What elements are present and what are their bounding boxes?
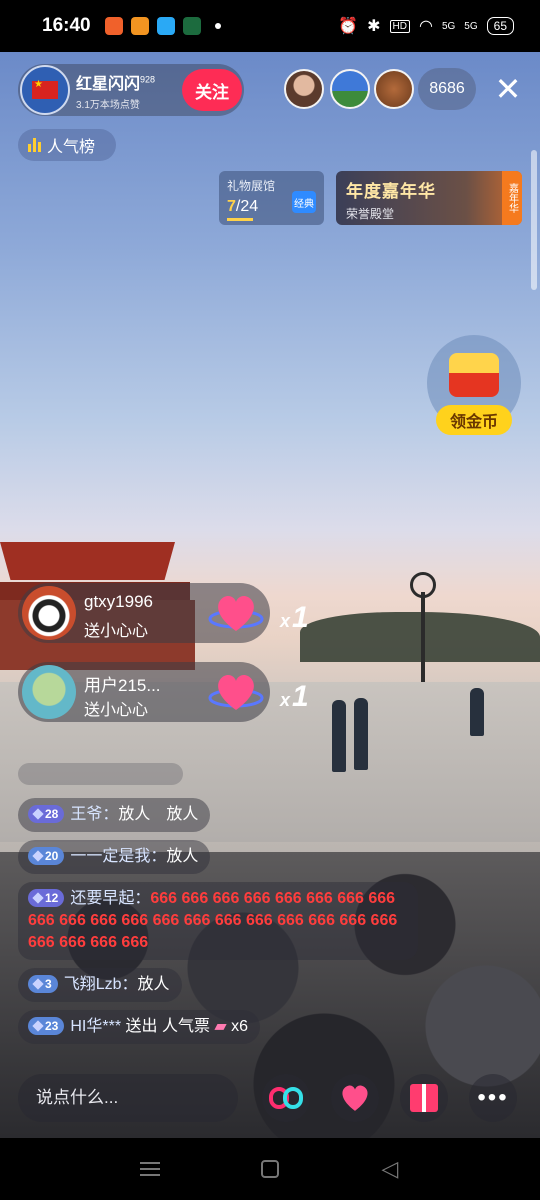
chat-text: 放人 <box>137 976 170 993</box>
more-dots-icon: ••• <box>477 1084 509 1111</box>
gift-sender-name: 用户215... <box>84 676 161 695</box>
chat-username[interactable]: HI华*** <box>70 1018 125 1035</box>
chat-text: 放人 放人 <box>118 806 199 823</box>
viewer-count[interactable]: 8686 <box>418 68 476 110</box>
home-icon <box>261 1160 279 1178</box>
carnival-subtitle: 荣誉殿堂 <box>346 207 395 221</box>
gift-event-row: 用户215... 送小心心 x1 <box>18 662 309 722</box>
gift-action: 送小心心 <box>84 623 149 640</box>
heart-icon <box>342 1085 368 1111</box>
gift-box-icon <box>410 1084 438 1112</box>
ticket-icon: ▰ <box>214 1018 227 1035</box>
signal-icon: 5G <box>441 20 456 32</box>
gift-button[interactable] <box>400 1074 448 1122</box>
user-level-badge: 23 <box>28 1017 65 1035</box>
gift-action: 送小心心 <box>84 702 149 719</box>
like-button[interactable] <box>331 1074 379 1122</box>
menu-icon <box>140 1162 160 1176</box>
user-avatar[interactable] <box>22 665 76 719</box>
rank-bars-icon <box>28 138 41 152</box>
comment-input[interactable]: 说点什么... <box>18 1074 238 1122</box>
back-icon: ◁ <box>381 1156 399 1181</box>
app-notification-icon <box>104 17 123 35</box>
user-avatar[interactable] <box>22 586 76 640</box>
collect-coins-label: 领金币 <box>436 405 512 435</box>
guard-figure <box>332 700 346 772</box>
popularity-rank-button[interactable]: 人气榜 <box>18 129 116 161</box>
hd-icon: HD <box>389 19 410 33</box>
host-name: 红星闪闪928 <box>76 74 156 93</box>
bluetooth-icon: ✱ <box>367 18 381 35</box>
side-drawer-handle[interactable] <box>531 150 537 290</box>
flag-icon <box>32 79 58 99</box>
guard-figure <box>354 698 368 770</box>
classic-badge: 经典 <box>292 191 316 213</box>
status-bar: 16:40 ⏰ ✱ HD ◠ 5G 5G 65 <box>0 0 540 52</box>
chat-message: 23 HI华*** 送出 人气票 ▰ x6 <box>18 1010 418 1052</box>
viewer-avatar[interactable] <box>330 69 370 109</box>
gift-sender-name: gtxy1996 <box>84 592 153 611</box>
app-notification-icon <box>130 17 149 35</box>
host-likes: 3.1万本场点赞 <box>76 99 140 111</box>
app-notification-icon <box>156 17 175 35</box>
gift-hall-progress-bar <box>227 218 253 221</box>
heart-gift-icon <box>208 674 264 710</box>
gift-hall-card[interactable]: 礼物展馆 7/24 经典 <box>219 171 324 225</box>
heart-gift-icon <box>208 595 264 631</box>
treasure-chest-icon <box>449 353 499 397</box>
guard-figure <box>470 688 484 736</box>
follow-button[interactable]: 关注 <box>182 69 242 111</box>
menu-nav-button[interactable] <box>130 1149 170 1189</box>
user-level-badge: 28 <box>28 805 65 823</box>
chat-text: 放人 <box>166 848 199 865</box>
user-level-badge: 20 <box>28 847 65 865</box>
viewer-avatar[interactable] <box>284 69 324 109</box>
close-icon[interactable]: ✕ <box>490 70 526 110</box>
host-card[interactable]: 红星闪闪928 3.1万本场点赞 关注 <box>18 64 244 116</box>
gift-multiplier: x1 <box>280 601 309 634</box>
chat-list: 28 王爷：放人 放人 20 一一定是我：放人 12 还要早起：666 666 666… <box>18 798 418 1052</box>
user-level-badge: 3 <box>28 975 58 993</box>
chat-username[interactable]: 王爷： <box>70 806 118 823</box>
carnival-banner[interactable]: 年度嘉年华 荣誉殿堂 嘉年华 <box>336 171 522 225</box>
back-nav-button[interactable]: ◁ <box>370 1149 410 1189</box>
chat-username[interactable]: 飞翔Lzb： <box>64 976 138 993</box>
chat-username[interactable]: 一一定是我： <box>70 848 166 865</box>
link-button[interactable] <box>262 1074 310 1122</box>
chat-text: 送出 人气票 <box>125 1018 210 1035</box>
carnival-title: 年度嘉年华 <box>346 182 436 201</box>
gift-event-row: gtxy1996 送小心心 x1 <box>18 583 309 643</box>
faded-chat-message <box>18 763 183 785</box>
status-time: 16:40 <box>42 15 91 36</box>
host-avatar[interactable] <box>20 65 70 115</box>
wifi-icon: ◠ <box>418 18 433 35</box>
viewer-avatar[interactable] <box>374 69 414 109</box>
link-icon <box>269 1087 303 1109</box>
system-navigation-bar: ◁ <box>0 1138 540 1200</box>
chat-message: 20 一一定是我：放人 <box>18 840 418 882</box>
collect-coins-widget[interactable]: 领金币 <box>427 335 521 435</box>
battery-icon: 65 <box>486 17 514 35</box>
carnival-tab[interactable]: 嘉年华 <box>502 171 522 225</box>
street-lamp <box>410 572 436 684</box>
chat-message: 28 王爷：放人 放人 <box>18 798 418 840</box>
more-notifications-icon <box>214 23 221 29</box>
alarm-icon: ⏰ <box>338 18 359 35</box>
signal-icon: 5G <box>464 20 478 32</box>
user-level-badge: 12 <box>28 889 65 907</box>
host-level: 928 <box>140 74 156 85</box>
home-nav-button[interactable] <box>250 1149 290 1189</box>
chat-message: 3 飞翔Lzb：放人 <box>18 968 418 1010</box>
rank-label: 人气榜 <box>47 139 96 156</box>
app-notification-icon <box>182 17 201 35</box>
chat-message: 12 还要早起：666 666 666 666 666 666 666 666 6… <box>18 882 418 960</box>
gift-multiplier: x1 <box>280 680 309 713</box>
chat-gift-count: x6 <box>231 1018 249 1035</box>
more-button[interactable]: ••• <box>469 1074 517 1122</box>
chat-username[interactable]: 还要早起： <box>70 890 150 907</box>
